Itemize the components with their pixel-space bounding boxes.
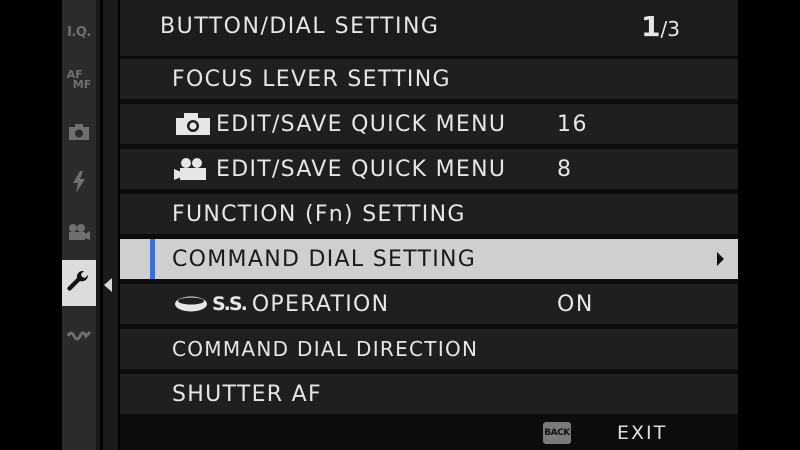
dial-ss-icon	[174, 295, 208, 313]
camera-icon	[69, 124, 89, 140]
page-total: /3	[660, 17, 680, 41]
exit-label: EXIT	[617, 422, 668, 444]
mf-text: MF	[72, 78, 92, 91]
page-indicator: 1/3	[641, 10, 680, 43]
connection-icon	[67, 330, 91, 341]
page-current: 1	[641, 10, 661, 43]
tab-setup[interactable]	[62, 260, 96, 306]
menu-item-edit-save-quick-menu-still[interactable]: EDIT/SAVE QUICK MENU 16	[120, 104, 738, 144]
menu-item-function-fn-setting[interactable]: FUNCTION (Fn) SETTING	[120, 194, 738, 234]
menu-item-label: EDIT/SAVE QUICK MENU	[216, 111, 507, 137]
tab-connection[interactable]	[62, 314, 96, 354]
menu-item-focus-lever-setting[interactable]: FOCUS LEVER SETTING	[120, 59, 738, 99]
tab-flash[interactable]	[62, 162, 96, 202]
menu-item-label-wrap: S.S. OPERATION	[174, 292, 389, 317]
menu-item-label-wrap: EDIT/SAVE QUICK MENU	[174, 112, 506, 137]
menu-item-shutter-af[interactable]: SHUTTER AF	[120, 374, 738, 414]
camera-icon	[174, 112, 212, 136]
wrench-icon	[67, 271, 89, 291]
menu-item-edit-save-quick-menu-movie[interactable]: EDIT/SAVE QUICK MENU 8	[120, 149, 738, 189]
menu-item-command-dial-direction[interactable]: COMMAND DIAL DIRECTION	[120, 329, 738, 369]
dial-ss-text: S.S.	[212, 293, 248, 315]
active-tab-pointer-icon	[104, 278, 112, 292]
menu-item-ss-operation[interactable]: S.S. OPERATION ON	[120, 284, 738, 324]
movie-icon	[69, 224, 90, 240]
menu-item-command-dial-setting[interactable]: COMMAND DIAL SETTING	[120, 239, 738, 279]
rail-divider	[96, 0, 118, 450]
menu-item-value: ON	[557, 291, 594, 317]
menu-footer: BACK EXIT	[120, 418, 738, 450]
menu-item-label: COMMAND DIAL SETTING	[172, 246, 477, 272]
menu-item-label-wrap: EDIT/SAVE QUICK MENU	[174, 157, 506, 182]
menu-item-label: FUNCTION (Fn) SETTING	[172, 201, 466, 227]
submenu-arrow-icon	[717, 252, 724, 266]
back-button-icon[interactable]: BACK	[543, 422, 571, 444]
tab-af-mf[interactable]: AF MF	[62, 60, 96, 100]
menu-item-value: 16	[557, 111, 588, 137]
movie-camera-icon	[174, 157, 212, 181]
tab-image-quality[interactable]: I.Q.	[62, 12, 96, 52]
menu-item-label: OPERATION	[251, 291, 390, 317]
page-title: BUTTON/DIAL SETTING	[160, 14, 440, 39]
menu-item-label: FOCUS LEVER SETTING	[172, 66, 451, 92]
camera-menu-screen: I.Q. AF MF BUTTON/DIAL SETTING 1/3 FOCUS…	[0, 0, 800, 450]
image-quality-icon: I.Q.	[67, 24, 91, 40]
menu-item-label: EDIT/SAVE QUICK MENU	[216, 156, 507, 182]
menu-item-label: SHUTTER AF	[172, 381, 322, 407]
flash-icon	[73, 171, 85, 193]
menu-header: BUTTON/DIAL SETTING 1/3	[120, 0, 738, 56]
tab-shooting[interactable]	[62, 112, 96, 152]
menu-item-label: COMMAND DIAL DIRECTION	[172, 337, 479, 361]
af-mf-icon: AF MF	[67, 69, 92, 91]
menu-item-value: 8	[557, 156, 573, 182]
selection-accent-bar	[150, 239, 155, 279]
tab-movie[interactable]	[62, 212, 96, 252]
